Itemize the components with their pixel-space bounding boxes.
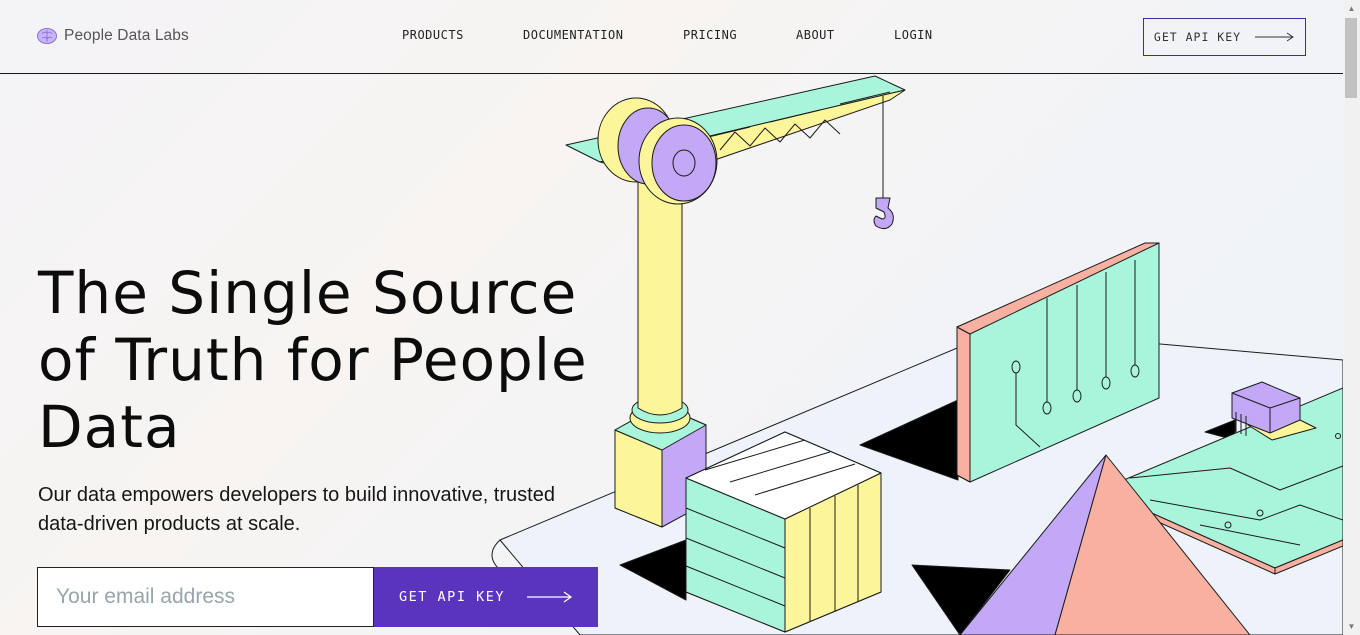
hero-subtitle: Our data empowers developers to build in… — [38, 484, 555, 535]
brand-logo[interactable]: People Data Labs — [36, 26, 189, 46]
arrow-right-icon — [1255, 32, 1294, 42]
nav-about[interactable]: ABOUT — [796, 28, 835, 42]
header-get-api-key-button[interactable]: GET API KEY — [1143, 18, 1306, 56]
site-header: People Data Labs PRODUCTS DOCUMENTATION … — [0, 0, 1343, 74]
nav-pricing[interactable]: PRICING — [683, 28, 737, 42]
hero-cta-label: GET API KEY — [399, 589, 505, 605]
header-cta-label: GET API KEY — [1153, 30, 1242, 44]
hero-title: The Single Source of Truth for People Da… — [38, 259, 588, 461]
nav-login[interactable]: LOGIN — [894, 28, 933, 42]
hero-get-api-key-button[interactable]: GET API KEY — [374, 567, 598, 627]
scrollbar-thumb[interactable] — [1345, 18, 1357, 98]
brand-name: People Data Labs — [64, 27, 189, 44]
nav-products[interactable]: PRODUCTS — [402, 28, 464, 42]
brain-logo-icon — [37, 28, 57, 44]
email-input[interactable] — [37, 567, 374, 627]
nav-documentation[interactable]: DOCUMENTATION — [523, 28, 623, 42]
arrow-right-icon — [526, 591, 572, 603]
scroll-down-icon[interactable]: ▼ — [1343, 620, 1360, 634]
scroll-up-icon[interactable]: ▲ — [1343, 2, 1360, 16]
